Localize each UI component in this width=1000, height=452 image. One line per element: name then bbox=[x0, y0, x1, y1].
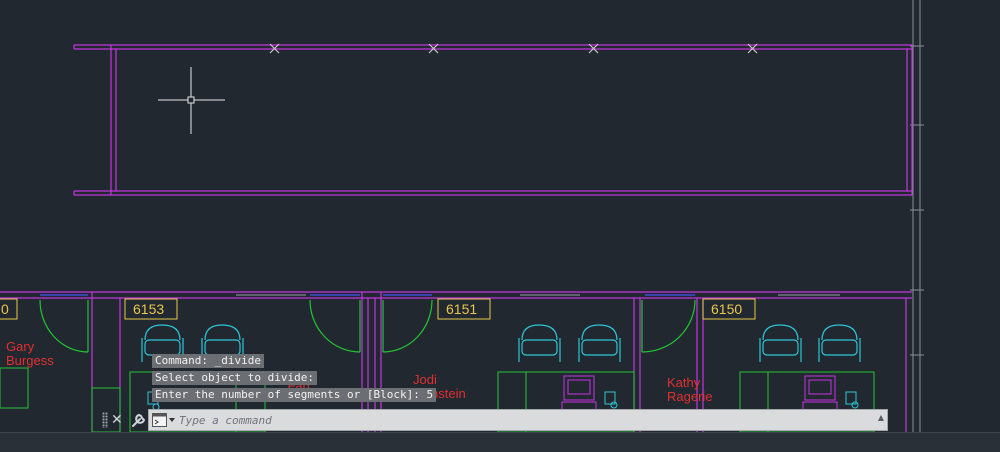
computer-monitor bbox=[561, 375, 597, 411]
room-number: 6151 bbox=[446, 301, 477, 317]
close-icon[interactable]: ✕ bbox=[111, 410, 123, 430]
occupant-first-name: Gary bbox=[6, 339, 35, 354]
room-number: 6150 bbox=[711, 301, 742, 317]
command-history-line: Enter the number of segments or [Block]:… bbox=[152, 388, 437, 402]
occupant-last-name: Ragerie bbox=[667, 389, 713, 404]
computer-monitor bbox=[802, 375, 838, 411]
command-history-line: Select object to divide: bbox=[152, 371, 317, 385]
status-strip bbox=[0, 432, 1000, 452]
chair bbox=[759, 324, 802, 362]
wrench-icon[interactable] bbox=[130, 410, 148, 430]
chair bbox=[818, 324, 861, 362]
occupant-last-name: Burgess bbox=[6, 353, 54, 368]
command-history-line: Command: _divide bbox=[152, 354, 264, 368]
phone bbox=[604, 391, 618, 409]
crosshair-cursor bbox=[158, 67, 225, 134]
chevron-up-icon[interactable]: ▲ bbox=[878, 413, 884, 422]
room-number-partial: 0 bbox=[1, 301, 9, 317]
command-line-bar: ✕ ▲ bbox=[100, 408, 890, 432]
command-prompt-icon[interactable] bbox=[152, 413, 176, 427]
phone bbox=[845, 391, 859, 409]
command-input[interactable] bbox=[179, 411, 859, 429]
drawing-canvas[interactable]: 0 6153 6151 6150 Gary Burgess ean Jodi F… bbox=[0, 0, 1000, 451]
grip-handle[interactable] bbox=[102, 412, 108, 428]
occupant-first-name: Kathy bbox=[667, 375, 701, 390]
chair bbox=[578, 324, 621, 362]
room-number: 6153 bbox=[133, 301, 164, 317]
chair bbox=[518, 324, 561, 362]
command-history: Command: _divide Select object to divide… bbox=[152, 354, 437, 405]
command-input-box[interactable]: ▲ bbox=[148, 409, 888, 431]
corridor-walls[interactable] bbox=[73, 44, 913, 196]
